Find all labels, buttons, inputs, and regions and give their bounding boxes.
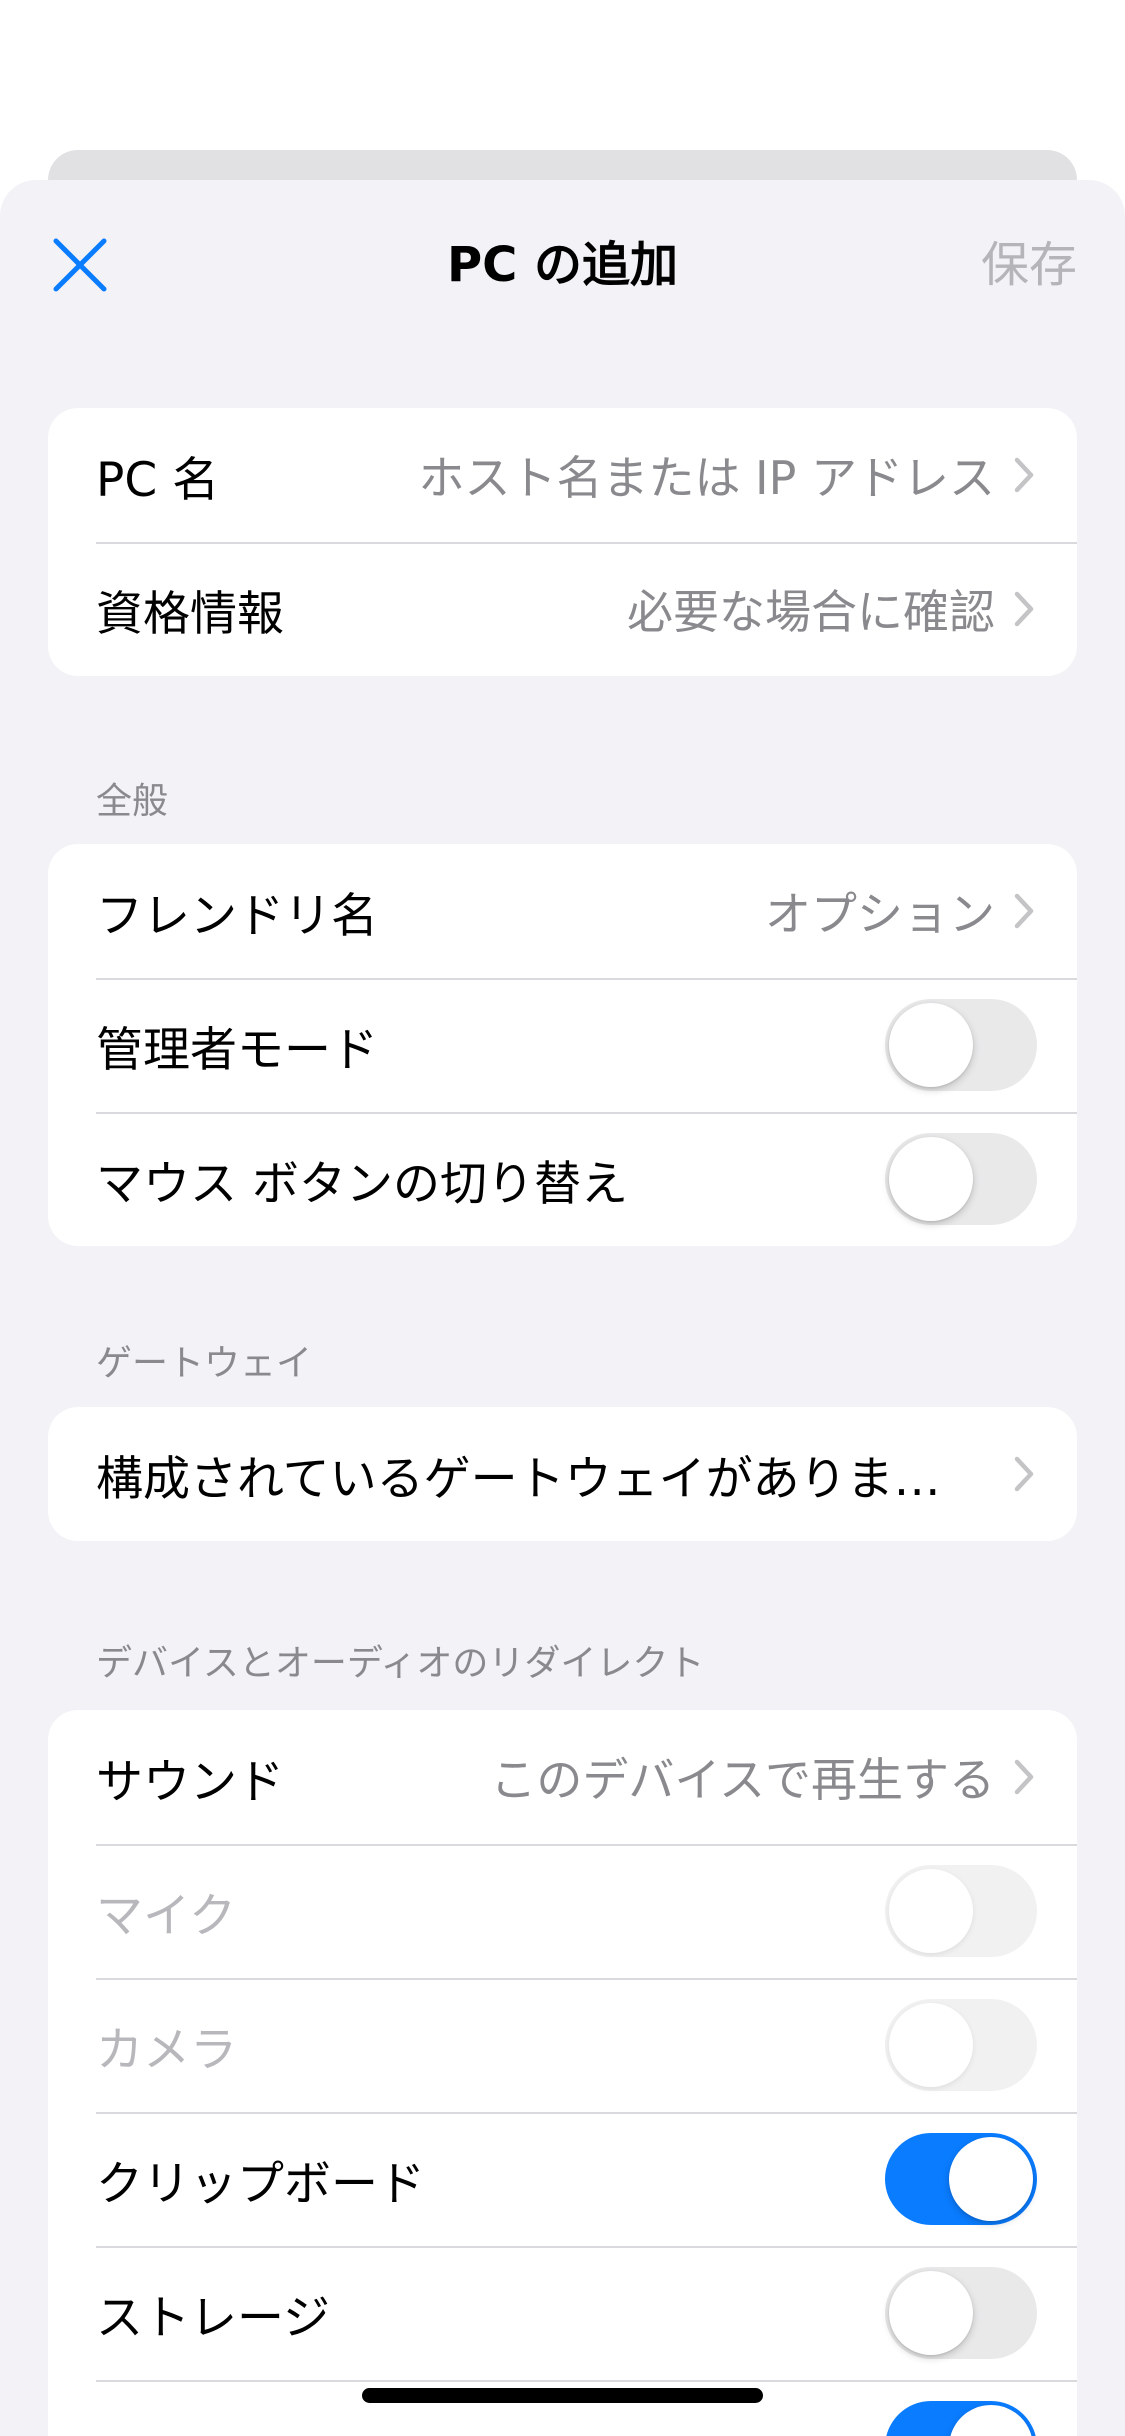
storage-toggle[interactable]	[885, 2267, 1037, 2359]
credentials-label: 資格情報	[96, 586, 284, 642]
general-section-header: 全般	[96, 781, 169, 822]
admin-mode-toggle[interactable]	[885, 999, 1037, 1091]
sound-value: このデバイスで再生する	[490, 1753, 995, 1807]
chevron-right-icon	[1013, 1758, 1035, 1796]
gateway-group: 構成されているゲートウェイがありま…	[48, 1407, 1077, 1541]
gateway-section-header: ゲートウェイ	[96, 1343, 313, 1384]
swap-mouse-buttons-toggle[interactable]	[885, 1133, 1037, 1225]
pc-name-label: PC 名	[96, 452, 220, 508]
navigation-bar: PC の追加 保存	[0, 180, 1125, 350]
clipboard-row: クリップボード	[48, 2112, 1077, 2246]
close-button[interactable]	[40, 225, 120, 305]
clipboard-label: クリップボード	[96, 2156, 425, 2212]
redirection-group: サウンド このデバイスで再生する マイク カメラ クリップボード ストレージ	[48, 1710, 1077, 2436]
chevron-right-icon	[1013, 892, 1035, 930]
chevron-right-icon	[1013, 456, 1035, 494]
chevron-right-icon	[1013, 1455, 1035, 1493]
sound-row[interactable]: サウンド このデバイスで再生する	[48, 1710, 1077, 1844]
pc-name-row[interactable]: PC 名 ホスト名または IP アドレス	[48, 408, 1077, 542]
microphone-toggle	[885, 1865, 1037, 1957]
save-button[interactable]: 保存	[981, 235, 1077, 295]
friendly-name-value: オプション	[765, 887, 995, 941]
close-icon	[53, 238, 107, 292]
admin-mode-row: 管理者モード	[48, 978, 1077, 1112]
chevron-right-icon	[1013, 590, 1035, 628]
credentials-value: 必要な場合に確認	[627, 585, 995, 639]
swap-mouse-buttons-label: マウス ボタンの切り替え	[96, 1156, 628, 1212]
page-title: PC の追加	[446, 237, 679, 293]
friendly-name-label: フレンドリ名	[96, 888, 378, 944]
gateway-row[interactable]: 構成されているゲートウェイがありま…	[48, 1407, 1077, 1541]
swap-mouse-buttons-row: マウス ボタンの切り替え	[48, 1112, 1077, 1246]
microphone-label: マイク	[96, 1888, 237, 1944]
connection-group: PC 名 ホスト名または IP アドレス 資格情報 必要な場合に確認	[48, 408, 1077, 676]
clipboard-toggle[interactable]	[885, 2133, 1037, 2225]
gateway-value: 構成されているゲートウェイがありま…	[96, 1451, 941, 1507]
general-group: フレンドリ名 オプション 管理者モード マウス ボタンの切り替え	[48, 844, 1077, 1246]
add-pc-sheet: PC の追加 保存 PC 名 ホスト名または IP アドレス 資格情報 必要な場…	[0, 180, 1125, 2436]
redirection-section-header: デバイスとオーディオのリダイレクト	[96, 1643, 705, 1684]
camera-toggle	[885, 1999, 1037, 2091]
camera-row: カメラ	[48, 1978, 1077, 2112]
friendly-name-row[interactable]: フレンドリ名 オプション	[48, 844, 1077, 978]
home-indicator	[362, 2388, 763, 2403]
storage-label: ストレージ	[96, 2290, 331, 2346]
next-option-toggle[interactable]	[885, 2401, 1037, 2436]
credentials-row[interactable]: 資格情報 必要な場合に確認	[48, 542, 1077, 676]
pc-name-placeholder: ホスト名または IP アドレス	[418, 451, 995, 505]
admin-mode-label: 管理者モード	[96, 1022, 378, 1078]
storage-row: ストレージ	[48, 2246, 1077, 2380]
microphone-row: マイク	[48, 1844, 1077, 1978]
camera-label: カメラ	[96, 2022, 237, 2078]
sound-label: サウンド	[96, 1754, 284, 1810]
